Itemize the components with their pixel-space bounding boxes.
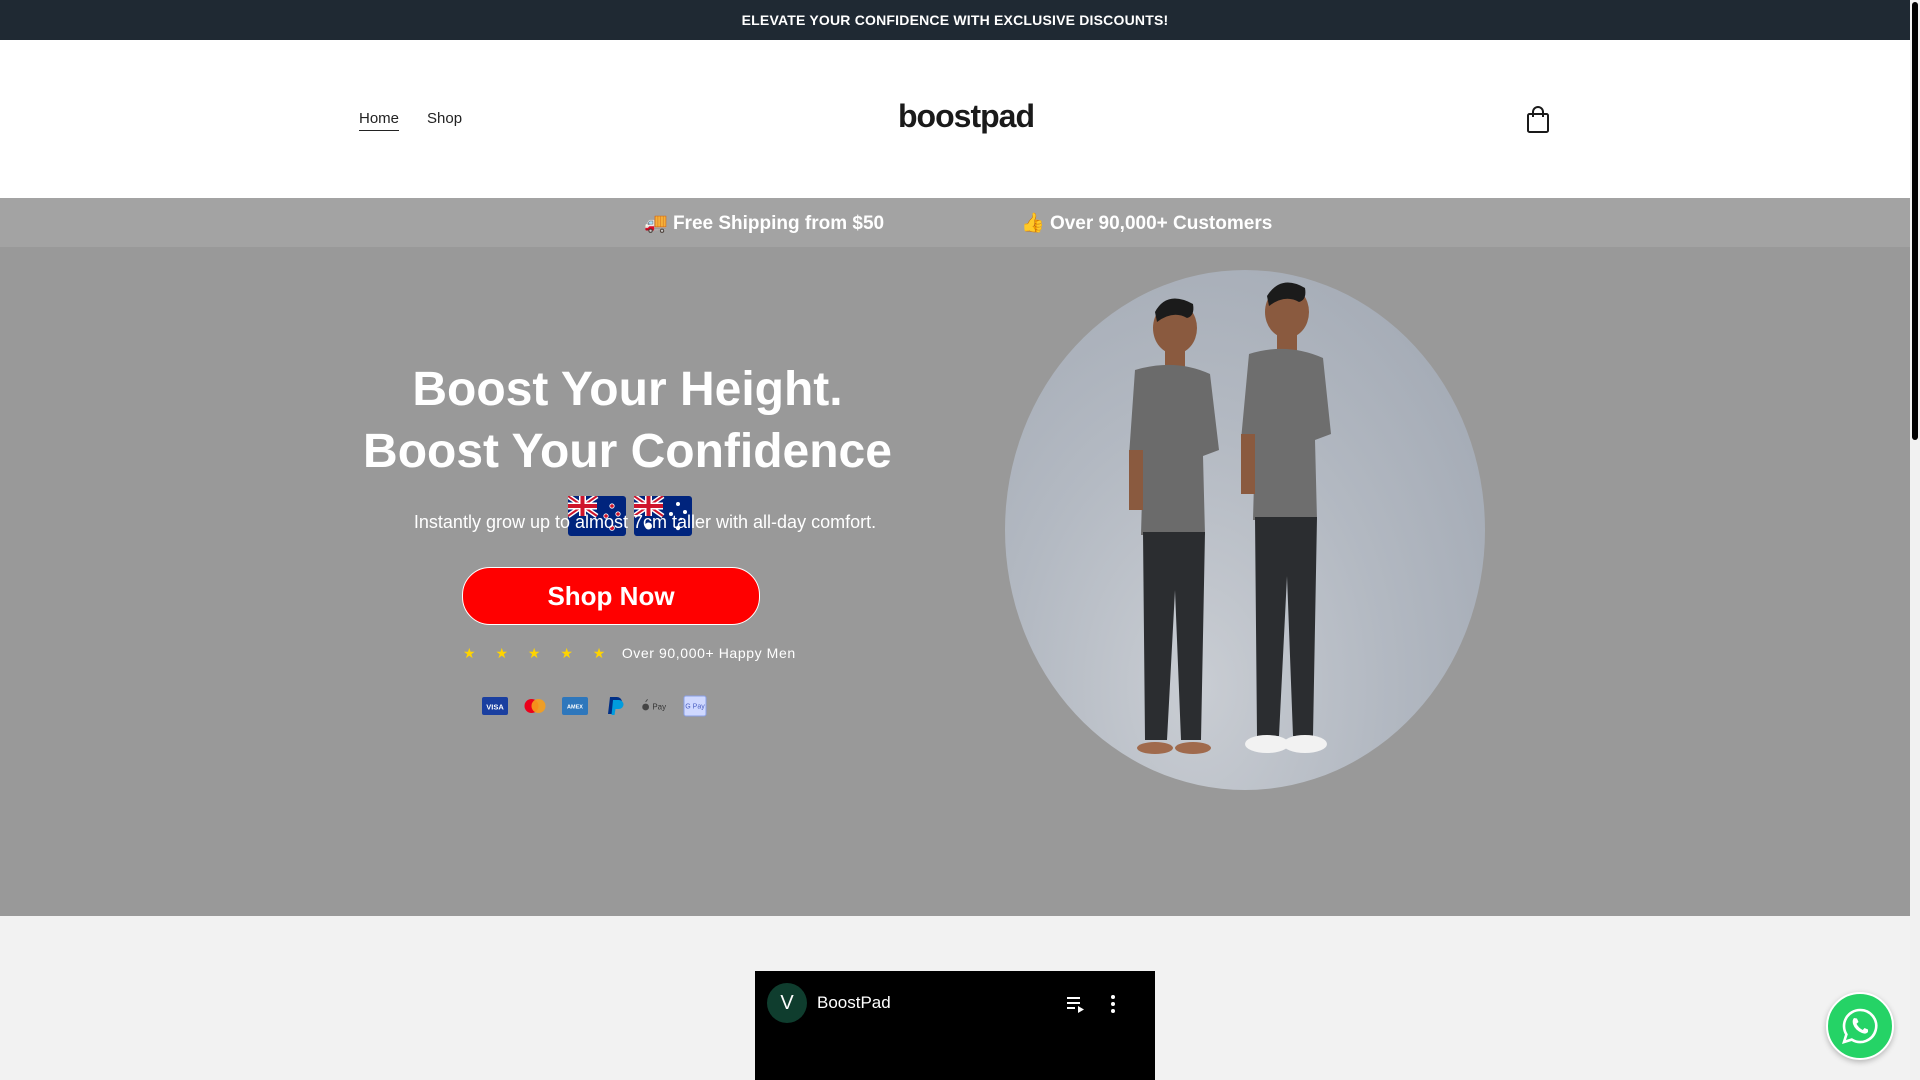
scrollbar-thumb[interactable] xyxy=(1912,2,1918,440)
site-header: Home Shop boostpad xyxy=(0,40,1910,198)
customers-text: Over 90,000+ Customers xyxy=(1049,213,1273,234)
free-shipping-item: 🚚 Free Shipping from $50 xyxy=(644,211,884,235)
announcement-bar: ELEVATE YOUR CONFIDENCE WITH EXCLUSIVE D… xyxy=(0,0,1910,40)
man-left-figure xyxy=(1129,298,1219,754)
info-strip: 🚚 Free Shipping from $50 👍 Over 90,000+ … xyxy=(0,198,1910,247)
hero-title-text: Boost Your Height. Boost Your Confidence xyxy=(363,363,892,478)
rating-text: Over 90,000+ Happy Men xyxy=(621,645,796,661)
main-nav: Home Shop xyxy=(359,110,462,131)
whatsapp-icon xyxy=(1842,1008,1878,1044)
shop-now-button[interactable]: Shop Now xyxy=(462,567,760,625)
hero-image xyxy=(1005,270,1485,790)
apple-pay-icon: Pay xyxy=(640,696,670,716)
paypal-icon xyxy=(600,696,630,716)
more-options-icon[interactable] xyxy=(1109,993,1117,1015)
visa-icon: VISA xyxy=(480,696,510,716)
truck-icon: 🚚 xyxy=(644,213,668,234)
svg-text:G Pay: G Pay xyxy=(685,704,705,711)
free-shipping-text: Free Shipping from $50 xyxy=(672,213,885,234)
amex-icon: AMEX xyxy=(560,696,590,716)
video-section: V BoostPad xyxy=(0,916,1910,1080)
shopping-bag-icon[interactable] xyxy=(1526,106,1550,134)
svg-text:VISA: VISA xyxy=(486,703,504,712)
channel-avatar[interactable]: V xyxy=(767,983,807,1023)
man-right-figure xyxy=(1241,282,1331,753)
video-player[interactable]: V BoostPad xyxy=(755,971,1155,1080)
hero-section: Boost Your Height. Boost Your Confidence xyxy=(0,247,1910,916)
svg-text:AMEX: AMEX xyxy=(567,705,583,711)
rating: ★ ★ ★ ★ ★ Over 90,000+ Happy Men xyxy=(463,645,796,662)
payment-icons: VISA AMEX Pay G Pay xyxy=(480,695,710,717)
playlist-icon[interactable] xyxy=(1065,993,1087,1015)
brand-logo[interactable]: boostpad xyxy=(898,98,1035,135)
thumbs-up-icon: 👍 xyxy=(1021,213,1045,234)
svg-text:Pay: Pay xyxy=(652,702,666,711)
two-men-height-comparison-image xyxy=(1129,282,1331,754)
rating-stars: ★ ★ ★ ★ ★ xyxy=(463,645,614,661)
google-pay-icon: G Pay xyxy=(680,695,710,717)
page: ELEVATE YOUR CONFIDENCE WITH EXCLUSIVE D… xyxy=(0,0,1910,1080)
whatsapp-chat-button[interactable] xyxy=(1826,992,1894,1060)
page-scrollbar[interactable] xyxy=(1910,0,1920,1080)
mastercard-icon xyxy=(520,696,550,716)
customers-item: 👍 Over 90,000+ Customers xyxy=(1021,211,1272,235)
hero-subtitle: Instantly grow up to almost 7cm taller w… xyxy=(413,512,877,532)
video-title[interactable]: BoostPad xyxy=(817,993,891,1013)
announcement-text: ELEVATE YOUR CONFIDENCE WITH EXCLUSIVE D… xyxy=(741,12,1169,28)
nav-home-link[interactable]: Home xyxy=(359,110,400,131)
nav-shop-link[interactable]: Shop xyxy=(427,110,462,131)
